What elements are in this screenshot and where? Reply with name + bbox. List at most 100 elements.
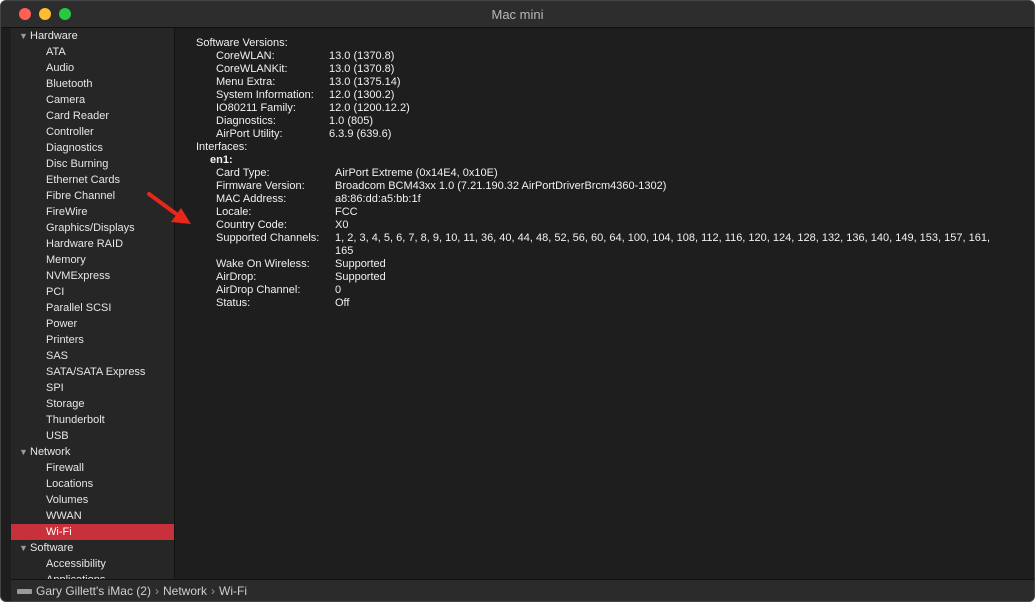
sidebar-item[interactable]: Power [11, 316, 174, 332]
sidebar-item[interactable]: Card Reader [11, 108, 174, 124]
detail-text: 1.0 (805) [329, 115, 374, 127]
detail-text: MAC Address: [216, 193, 287, 205]
sidebar-item-label: USB [46, 430, 69, 442]
sidebar-item-label: Camera [46, 94, 86, 106]
sidebar-group[interactable]: ▼ Software [11, 540, 174, 556]
detail-text: System Information: [216, 89, 314, 101]
computer-icon [17, 589, 32, 595]
detail-text: 13.0 (1370.8) [329, 63, 395, 75]
sidebar-item[interactable]: Parallel SCSI [11, 300, 174, 316]
sidebar-item[interactable]: Memory [11, 252, 174, 268]
detail-text: 13.0 (1370.8) [329, 50, 395, 62]
detail-text: AirPort Extreme (0x14E4, 0x10E) [335, 167, 498, 179]
detail-text: Interfaces: [196, 141, 248, 153]
sidebar-item[interactable]: ATA [11, 44, 174, 60]
title-bar[interactable]: Mac mini [1, 1, 1034, 28]
detail-text: Card Type: [216, 167, 270, 179]
detail-text: Supported Channels: [216, 232, 320, 244]
sidebar-item[interactable]: Audio [11, 60, 174, 76]
sidebar-item-label: Ethernet Cards [46, 174, 120, 186]
annotation-arrow [147, 192, 191, 224]
sidebar-item[interactable]: Storage [11, 396, 174, 412]
detail-text: 12.0 (1300.2) [329, 89, 395, 101]
sidebar-item[interactable]: Disc Burning [11, 156, 174, 172]
sidebar-item[interactable]: Thunderbolt [11, 412, 174, 428]
sidebar-item-label: PCI [46, 286, 65, 298]
sidebar-item[interactable]: WWAN [11, 508, 174, 524]
detail-text: Supported [335, 271, 386, 283]
sidebar-item-label: Disc Burning [46, 158, 109, 170]
detail-text: FCC [335, 206, 358, 218]
detail-text: Diagnostics: [216, 115, 276, 127]
sidebar-group[interactable]: ▼ Network [11, 444, 174, 460]
sidebar-item[interactable]: Printers [11, 332, 174, 348]
detail-text: Menu Extra: [216, 76, 276, 88]
sidebar-item-label: Hardware [30, 30, 78, 42]
sidebar-group[interactable]: ▼ Hardware [11, 28, 174, 44]
sidebar-item[interactable]: Bluetooth [11, 76, 174, 92]
disclosure-triangle-icon[interactable]: ▼ [19, 444, 30, 460]
sidebar-item[interactable]: Wi-Fi [11, 524, 174, 540]
disclosure-triangle-icon[interactable]: ▼ [19, 28, 30, 44]
sidebar-tree[interactable]: ▼ Hardware ATA Audio Bluetooth Camera Card Rea… [11, 28, 175, 579]
sidebar-item-label: WWAN [46, 510, 82, 522]
sidebar-item-label: Hardware RAID [46, 238, 124, 250]
sidebar-item-label: Volumes [46, 494, 89, 506]
sidebar-item[interactable]: Volumes [11, 492, 174, 508]
detail-pane: Software Versions: CoreWLAN: 13.0 (1370.8)… [176, 28, 1034, 579]
sidebar-item[interactable]: Firewall [11, 460, 174, 476]
detail-text: 6.3.9 (639.6) [329, 128, 392, 140]
detail-text: 1, 2, 3, 4, 5, 6, 7, 8, 9, 10, 11, 36, 4… [335, 232, 991, 244]
detail-text: 165 [335, 245, 354, 257]
sidebar-item[interactable]: USB [11, 428, 174, 444]
sidebar-item-label: Storage [46, 398, 85, 410]
sidebar-item[interactable]: Applications [11, 572, 174, 579]
sidebar-item-label: Controller [46, 126, 94, 138]
sidebar-item-label: SATA/SATA Express [46, 366, 146, 378]
breadcrumb-chevron-icon: › [154, 584, 159, 598]
detail-text: a8:86:dd:a5:bb:1f [335, 193, 421, 205]
detail-text: 0 [335, 284, 342, 296]
sidebar-item[interactable]: SAS [11, 348, 174, 364]
sidebar-item-label: Bluetooth [46, 78, 93, 90]
sidebar-item[interactable]: NVMExpress [11, 268, 174, 284]
sidebar-item-label: Network [30, 446, 71, 458]
sidebar-item-label: FireWire [46, 206, 88, 218]
detail-text: Software Versions: [196, 37, 288, 49]
sidebar-item[interactable]: Diagnostics [11, 140, 174, 156]
detail-text: 13.0 (1375.14) [329, 76, 401, 88]
sidebar-item-label: Graphics/Displays [46, 222, 135, 234]
sidebar-item[interactable]: SPI [11, 380, 174, 396]
detail-text: Locale: [216, 206, 252, 218]
detail-text: AirDrop: [216, 271, 257, 283]
sidebar-item[interactable]: Controller [11, 124, 174, 140]
detail-text: X0 [335, 219, 349, 231]
sidebar-item-label: Accessibility [46, 558, 106, 570]
disclosure-triangle-icon[interactable]: ▼ [19, 540, 30, 556]
sidebar-item[interactable]: Hardware RAID [11, 236, 174, 252]
detail-text: AirPort Utility: [216, 128, 283, 140]
sidebar-item-label: SAS [46, 350, 69, 362]
sidebar-item[interactable]: PCI [11, 284, 174, 300]
detail-text: Broadcom BCM43xx 1.0 (7.21.190.32 AirPor… [335, 180, 667, 192]
breadcrumb-section[interactable]: Network [163, 584, 207, 598]
sidebar-item-label: Power [46, 318, 78, 330]
detail-text: Wake On Wireless: [216, 258, 310, 270]
sidebar-item-label: Printers [46, 334, 84, 346]
sidebar-item[interactable]: Locations [11, 476, 174, 492]
sidebar-item-label: Software [30, 542, 74, 554]
sidebar-item-label: Diagnostics [46, 142, 103, 154]
window-title: Mac mini [491, 7, 544, 22]
breadcrumb: Gary Gillett's iMac (2) › Network › Wi-Fi [11, 579, 1034, 601]
breadcrumb-item[interactable]: Wi-Fi [219, 584, 247, 598]
sidebar-item[interactable]: Camera [11, 92, 174, 108]
sidebar-item[interactable]: Accessibility [11, 556, 174, 572]
sidebar-item-label: SPI [46, 382, 64, 394]
detail-text: IO80211 Family: [216, 102, 296, 114]
detail-text: AirDrop Channel: [216, 284, 301, 296]
sidebar-item-label: Firewall [46, 462, 84, 474]
sidebar-item-label: Audio [46, 62, 75, 74]
sidebar-item-label: ATA [46, 46, 66, 58]
breadcrumb-computer[interactable]: Gary Gillett's iMac (2) [36, 584, 151, 598]
sidebar-item[interactable]: SATA/SATA Express [11, 364, 174, 380]
